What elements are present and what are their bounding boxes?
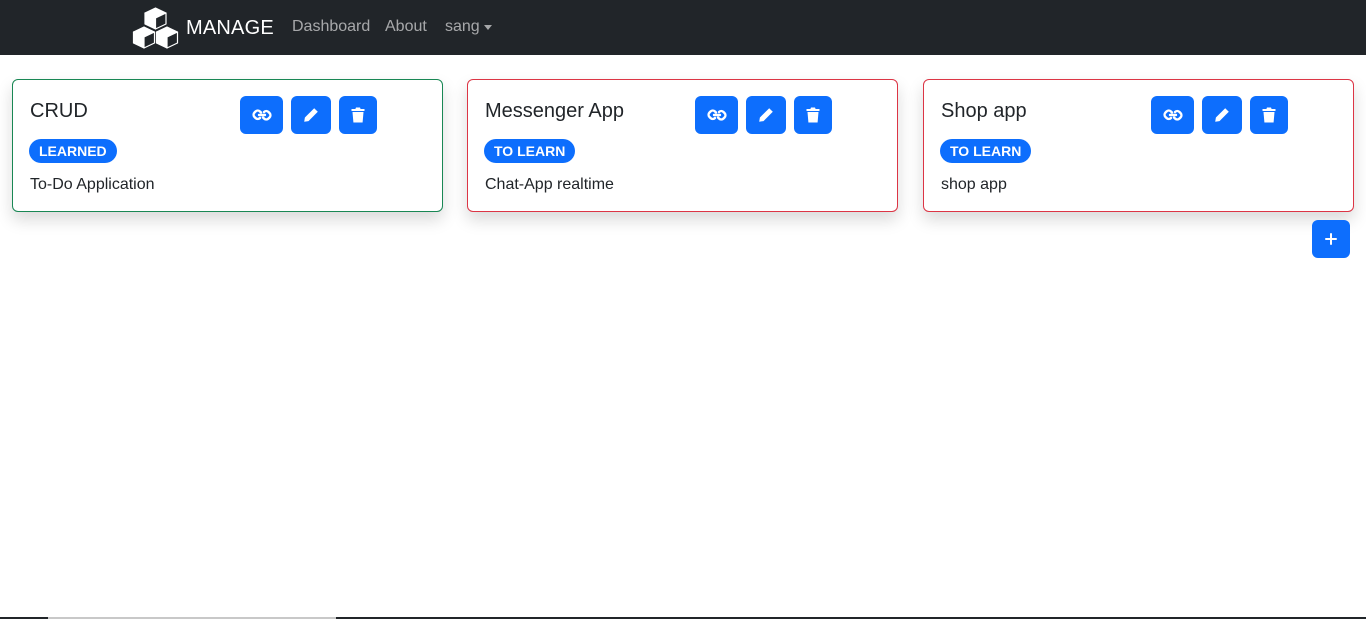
trash-icon bbox=[1262, 107, 1276, 123]
delete-button[interactable] bbox=[339, 96, 377, 134]
navbar: MANAGE Dashboard About sang bbox=[0, 0, 1366, 55]
brand-name: MANAGE bbox=[186, 16, 274, 39]
open-link-button[interactable] bbox=[1151, 96, 1194, 134]
delete-button[interactable] bbox=[794, 96, 832, 134]
status-badge: TO LEARN bbox=[940, 139, 1032, 163]
link-icon bbox=[251, 109, 272, 121]
open-link-button[interactable] bbox=[695, 96, 738, 134]
status-badge: TO LEARN bbox=[484, 139, 576, 163]
user-menu-dropdown[interactable]: sang bbox=[445, 17, 492, 37]
delete-button[interactable] bbox=[1250, 96, 1288, 134]
brand-link[interactable]: MANAGE bbox=[132, 7, 274, 49]
pencil-icon bbox=[1215, 108, 1229, 122]
card-title: Shop app bbox=[941, 100, 1027, 122]
link-icon bbox=[706, 109, 727, 121]
card-title: Messenger App bbox=[485, 100, 624, 122]
pencil-icon bbox=[759, 108, 773, 122]
edit-button[interactable] bbox=[746, 96, 786, 134]
cubes-icon bbox=[132, 7, 179, 49]
edit-button[interactable] bbox=[291, 96, 331, 134]
card-description: shop app bbox=[941, 176, 1007, 193]
card-description: Chat-App realtime bbox=[485, 176, 614, 193]
link-icon bbox=[1162, 109, 1183, 121]
add-project-button[interactable] bbox=[1312, 220, 1350, 258]
nav-about[interactable]: About bbox=[385, 17, 427, 37]
pencil-icon bbox=[304, 108, 318, 122]
card-description: To-Do Application bbox=[30, 176, 155, 193]
user-name: sang bbox=[445, 18, 480, 35]
edit-button[interactable] bbox=[1202, 96, 1242, 134]
trash-icon bbox=[351, 107, 365, 123]
nav-dashboard[interactable]: Dashboard bbox=[292, 17, 370, 37]
open-link-button[interactable] bbox=[240, 96, 283, 134]
project-card: CRUD LEARNED To-Do Application bbox=[12, 79, 443, 212]
caret-down-icon bbox=[483, 24, 492, 30]
project-card: Messenger App TO LEARN Chat-App realtime bbox=[467, 79, 898, 212]
project-card: Shop app TO LEARN shop app bbox=[923, 79, 1354, 212]
card-title: CRUD bbox=[30, 100, 88, 122]
trash-icon bbox=[806, 107, 820, 123]
plus-icon bbox=[1325, 233, 1337, 245]
status-badge: LEARNED bbox=[29, 139, 117, 163]
